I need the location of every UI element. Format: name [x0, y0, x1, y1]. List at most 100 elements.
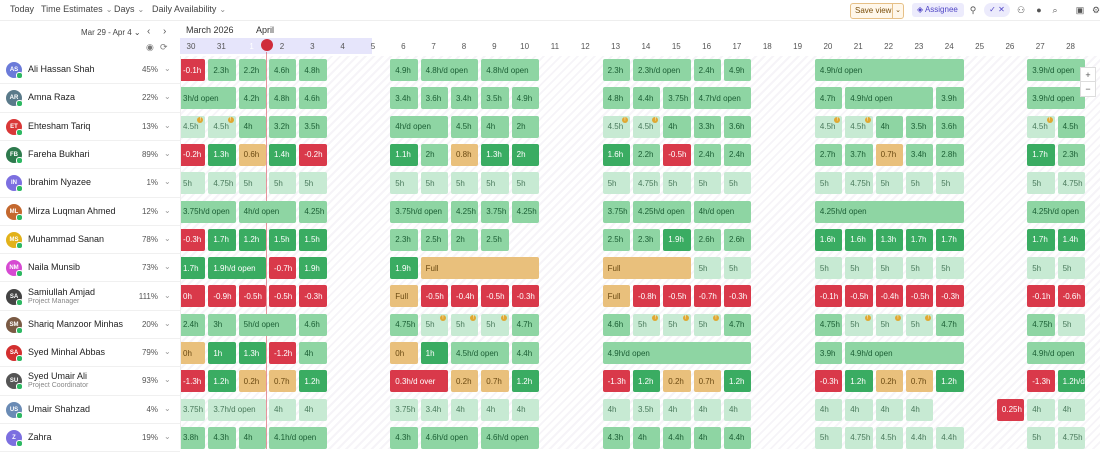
capacity-block[interactable]: 4h	[905, 398, 934, 421]
capacity-block[interactable]: 4.75h	[1057, 426, 1085, 449]
capacity-block[interactable]: -0.3h	[299, 285, 327, 308]
capacity-block[interactable]: 5h	[511, 172, 539, 195]
eye-icon[interactable]: ◉	[146, 42, 154, 53]
capacity-block[interactable]: 4.75h	[845, 426, 873, 449]
capacity-block[interactable]: 5h	[1027, 257, 1055, 280]
capacity-block[interactable]: 5h	[663, 172, 691, 195]
capacity-block[interactable]: 5h	[875, 257, 903, 280]
capacity-block[interactable]: -1.3h	[1027, 370, 1055, 393]
capacity-block[interactable]: 4.3h	[208, 426, 236, 449]
capacity-block[interactable]: 0h	[178, 285, 206, 308]
capacity-block[interactable]: 2.4h	[693, 59, 721, 81]
capacity-block[interactable]: 1.2h	[238, 228, 266, 251]
capacity-block[interactable]: 4.7h	[511, 313, 539, 336]
capacity-block[interactable]: 1.2h	[208, 370, 236, 393]
capacity-block[interactable]: 4.9h	[390, 59, 418, 81]
daily-availability-dropdown[interactable]: Daily Availability ⌄	[152, 4, 226, 14]
expand-chevron-icon[interactable]: ⌄	[164, 347, 171, 356]
capacity-block[interactable]: 3.4h	[420, 398, 448, 421]
capacity-block[interactable]: 4h	[238, 426, 266, 449]
expand-chevron-icon[interactable]: ⌄	[164, 404, 171, 413]
capacity-block[interactable]: -0.7h	[268, 257, 297, 280]
capacity-block[interactable]: 5h	[178, 172, 206, 195]
capacity-block[interactable]: 1.5h	[299, 228, 327, 251]
capacity-block[interactable]: 3h	[208, 313, 236, 336]
capacity-block[interactable]: 5h!	[875, 313, 903, 336]
capacity-block[interactable]: 5h	[936, 172, 964, 195]
capacity-block[interactable]: 1.9h	[390, 257, 418, 280]
capacity-block[interactable]: 3.5h	[481, 87, 509, 110]
capacity-block[interactable]: 4h	[481, 115, 509, 138]
person-name[interactable]: Syed Minhal Abbas	[28, 347, 105, 357]
capacity-block[interactable]: -0.1h	[1027, 285, 1055, 308]
capacity-block[interactable]: 5h	[1057, 313, 1085, 336]
capacity-block[interactable]: 5h!	[845, 313, 873, 336]
capacity-block[interactable]: 2.4h	[693, 143, 721, 166]
capacity-block[interactable]: 4.5h!	[178, 115, 206, 138]
capacity-block[interactable]: 3.75h	[481, 200, 509, 223]
capacity-block[interactable]: 4.25h/d open	[814, 200, 964, 223]
capacity-block[interactable]: 4.6h	[268, 59, 297, 81]
expand-chevron-icon[interactable]: ⌄	[164, 177, 171, 186]
person-name[interactable]: Mirza Luqman Ahmed	[28, 206, 116, 216]
capacity-block[interactable]: 2h	[511, 115, 539, 138]
capacity-block[interactable]: 4.25h/d open	[632, 200, 691, 223]
capacity-block[interactable]: 5h!	[905, 313, 934, 336]
capacity-block[interactable]: 3.75h	[663, 87, 691, 110]
capacity-block[interactable]: 4.7h/d open	[693, 87, 752, 110]
capacity-block[interactable]: 5h	[268, 172, 297, 195]
capacity-block[interactable]: 3.75h	[602, 200, 630, 223]
capacity-block[interactable]: 5h!	[420, 313, 448, 336]
capacity-block[interactable]: 4.25h/d open	[1027, 200, 1085, 223]
capacity-block[interactable]: 1.3h	[481, 143, 509, 166]
capacity-block[interactable]: 3.9h	[814, 342, 843, 364]
capacity-block[interactable]: 4.75h	[1027, 313, 1055, 336]
capacity-block[interactable]: -0.1h	[814, 285, 843, 308]
capacity-block[interactable]: 4.4h	[632, 87, 661, 110]
capacity-block[interactable]: 3.6h	[936, 115, 964, 138]
capacity-block[interactable]: 3.75h	[178, 398, 206, 421]
person-name[interactable]: Muhammad Sanan	[28, 234, 104, 244]
capacity-block[interactable]: 2.3h	[208, 59, 236, 81]
date-range-dropdown[interactable]: Mar 29 - Apr 4 ⌄	[81, 28, 141, 37]
capacity-block[interactable]: 1.4h	[1057, 228, 1085, 251]
capacity-block[interactable]: 4.6h/d open	[420, 426, 479, 449]
capacity-block[interactable]: 4.3h	[602, 426, 630, 449]
capacity-block[interactable]: 1.7h	[1027, 143, 1055, 166]
capacity-block[interactable]: 3.5h	[632, 398, 661, 421]
capacity-block[interactable]: -0.5h	[905, 285, 934, 308]
capacity-block[interactable]: 4.5h!	[632, 115, 661, 138]
capacity-block[interactable]: 5h	[390, 172, 418, 195]
capacity-block[interactable]: 3.4h	[905, 143, 934, 166]
expand-chevron-icon[interactable]: ⌄	[164, 375, 171, 384]
capacity-block[interactable]: 5h	[1027, 426, 1055, 449]
capacity-block[interactable]: 0.7h	[268, 370, 297, 393]
capacity-block[interactable]: -1.3h	[602, 370, 630, 393]
capacity-block[interactable]: 4.75h	[390, 313, 418, 336]
capacity-block[interactable]: -0.9h	[208, 285, 236, 308]
capacity-block[interactable]: 2.3h/d open	[632, 59, 691, 81]
capacity-block[interactable]: 4.25h	[450, 200, 479, 223]
capacity-block[interactable]: 2.3h	[1057, 143, 1085, 166]
capacity-block[interactable]: 3.6h	[420, 87, 448, 110]
capacity-block[interactable]: 1.2h	[845, 370, 873, 393]
capacity-block[interactable]: 4.4h	[663, 426, 691, 449]
capacity-block[interactable]: 1.7h	[1027, 228, 1055, 251]
user-icon[interactable]: ●	[1033, 4, 1045, 16]
capacity-block[interactable]: 4.1h/d open	[268, 426, 327, 449]
capacity-block[interactable]: 4h	[481, 398, 509, 421]
capacity-block[interactable]: 0.7h	[481, 370, 509, 393]
people-icon[interactable]: ⚇	[1015, 4, 1027, 16]
person-name[interactable]: Fareha Bukhari	[28, 149, 90, 159]
capacity-block[interactable]: 4h	[238, 115, 266, 138]
assignee-button[interactable]: ◈ Assignee	[912, 3, 964, 17]
capacity-block[interactable]: 1h	[420, 342, 448, 364]
capacity-block[interactable]: 4h	[602, 398, 630, 421]
refresh-icon[interactable]: ⟳	[160, 42, 168, 53]
capacity-block[interactable]: 2.6h	[723, 228, 752, 251]
capacity-block[interactable]: 4h	[299, 342, 327, 364]
capacity-block[interactable]: 0.2h	[663, 370, 691, 393]
capacity-block[interactable]: 4.4h	[511, 342, 539, 364]
capacity-block[interactable]: 5h	[693, 172, 721, 195]
capacity-block[interactable]: 4.9h	[723, 59, 752, 81]
